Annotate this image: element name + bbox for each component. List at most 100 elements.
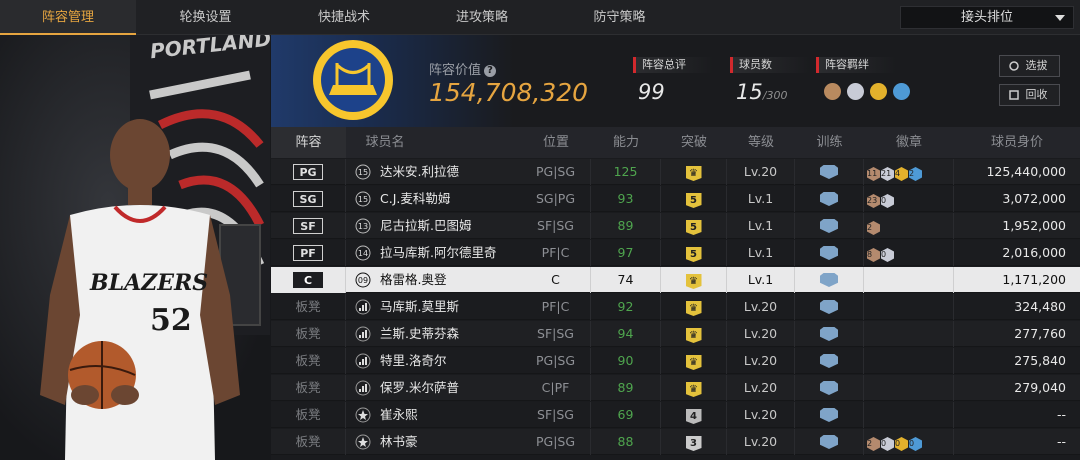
chemistry-icon-3[interactable]: [870, 83, 887, 100]
table-row[interactable]: PG 15 达米安.利拉德 PG|SG 125 ♛ Lv.20 11 21 4 2 1…: [271, 159, 1080, 185]
column-header-badges[interactable]: 徽章: [864, 127, 954, 158]
badge-icon[interactable]: 2: [909, 167, 922, 181]
table-row[interactable]: 板凳 林书豪 PG|SG 88 3 Lv.20 2000 --: [271, 429, 1080, 455]
training-cell[interactable]: [795, 213, 864, 239]
column-header-breakthrough[interactable]: 突破: [661, 127, 727, 158]
badges-cell[interactable]: 80: [864, 240, 954, 266]
badge-icon[interactable]: 8: [867, 248, 880, 262]
lineup-slot-cell[interactable]: 板凳: [271, 375, 346, 401]
training-cell[interactable]: [795, 159, 864, 185]
player-name[interactable]: 保罗.米尔萨普: [380, 375, 459, 401]
lineup-slot-cell[interactable]: 板凳: [271, 321, 346, 347]
lineup-slot-cell[interactable]: C: [271, 267, 346, 293]
tab-rotation-settings[interactable]: 轮换设置: [136, 0, 275, 35]
lineup-slot-cell[interactable]: SF: [271, 213, 346, 239]
table-row[interactable]: 板凳 马库斯.莫里斯 PF|C 92 ♛ Lv.20 324,480: [271, 294, 1080, 320]
badge-icon[interactable]: 21: [881, 167, 894, 181]
badges-cell[interactable]: 11 21 4 2: [864, 159, 954, 185]
player-name[interactable]: 马库斯.莫里斯: [380, 294, 459, 320]
breakthrough-cell[interactable]: 3: [661, 429, 727, 455]
badges-cell[interactable]: [864, 294, 954, 320]
breakthrough-cell[interactable]: 5: [661, 213, 727, 239]
training-cell[interactable]: [795, 348, 864, 374]
breakthrough-cell[interactable]: ♛: [661, 159, 727, 185]
lineup-slot-cell[interactable]: 板凳: [271, 348, 346, 374]
badge-icon[interactable]: 0: [881, 437, 894, 451]
lineup-slot-cell[interactable]: SG: [271, 186, 346, 212]
badge-icon[interactable]: 11: [867, 167, 880, 181]
column-header-value[interactable]: 球员身价: [954, 127, 1080, 158]
player-name[interactable]: 达米安.利拉德: [380, 159, 459, 185]
player-name[interactable]: 特里.洛奇尔: [380, 348, 446, 374]
help-icon[interactable]: ?: [484, 65, 497, 77]
table-row[interactable]: SF 13 尼古拉斯.巴图姆 SF|SG 89 5 Lv.1 2 1,952,0…: [271, 213, 1080, 239]
player-name[interactable]: 崔永熙: [380, 402, 418, 428]
training-cell[interactable]: [795, 294, 864, 320]
badges-cell[interactable]: [864, 402, 954, 428]
column-header-level[interactable]: 等级: [727, 127, 795, 158]
tab-offense-strategy[interactable]: 进攻策略: [413, 0, 551, 35]
column-header-position[interactable]: 位置: [521, 127, 591, 158]
sort-dropdown[interactable]: 接头排位: [900, 6, 1074, 29]
column-header-training[interactable]: 训练: [795, 127, 864, 158]
breakthrough-cell[interactable]: ♛: [661, 375, 727, 401]
badge-icon[interactable]: 2: [867, 221, 880, 235]
breakthrough-cell[interactable]: 5: [661, 240, 727, 266]
badge-icon[interactable]: 4: [895, 167, 908, 181]
training-cell[interactable]: [795, 240, 864, 266]
column-header-ability[interactable]: 能力: [591, 127, 661, 158]
badge-icon[interactable]: 23: [867, 194, 880, 208]
lineup-slot-cell[interactable]: 板凳: [271, 429, 346, 455]
badge-icon[interactable]: 0: [881, 194, 894, 208]
column-header-name[interactable]: 球员名: [355, 127, 415, 158]
tab-quick-tactics[interactable]: 快捷战术: [275, 0, 413, 35]
breakthrough-cell[interactable]: ♛: [661, 294, 727, 320]
scout-button[interactable]: 选拔: [999, 55, 1060, 77]
badges-cell[interactable]: 23 0: [864, 186, 954, 212]
player-name[interactable]: 尼古拉斯.巴图姆: [380, 213, 471, 239]
breakthrough-cell[interactable]: ♛: [661, 348, 727, 374]
badges-cell[interactable]: 2000: [864, 429, 954, 455]
badges-cell[interactable]: 2: [864, 213, 954, 239]
badges-cell[interactable]: [864, 348, 954, 374]
badge-icon[interactable]: 2: [867, 437, 880, 451]
training-cell[interactable]: [795, 321, 864, 347]
training-cell[interactable]: [795, 375, 864, 401]
badge-icon[interactable]: 0: [895, 437, 908, 451]
chemistry-icon-1[interactable]: [824, 83, 841, 100]
tab-defense-strategy[interactable]: 防守策略: [551, 0, 688, 35]
player-name[interactable]: 林书豪: [380, 429, 418, 455]
badges-cell[interactable]: [864, 375, 954, 401]
badge-icon[interactable]: 0: [881, 248, 894, 262]
column-header-lineup[interactable]: 阵容: [271, 127, 346, 158]
player-name[interactable]: 兰斯.史蒂芬森: [380, 321, 459, 347]
breakthrough-cell[interactable]: 5: [661, 186, 727, 212]
table-row[interactable]: SG 15 C.J.麦科勒姆 SG|PG 93 5 Lv.1 23 0 3,072…: [271, 186, 1080, 212]
badges-cell[interactable]: [864, 321, 954, 347]
training-cell[interactable]: [795, 267, 864, 293]
table-row[interactable]: 板凳 兰斯.史蒂芬森 SF|SG 94 ♛ Lv.20 277,760: [271, 321, 1080, 347]
table-row[interactable]: 板凳 特里.洛奇尔 PG|SG 90 ♛ Lv.20 275,840: [271, 348, 1080, 374]
badges-cell[interactable]: [864, 267, 954, 293]
lineup-slot-cell[interactable]: PG: [271, 159, 346, 185]
breakthrough-cell[interactable]: ♛: [661, 267, 727, 293]
chemistry-icon-2[interactable]: [847, 83, 864, 100]
lineup-slot-cell[interactable]: 板凳: [271, 294, 346, 320]
table-row[interactable]: PF 14 拉马库斯.阿尔德里奇 PF|C 97 5 Lv.1 80 2,016…: [271, 240, 1080, 266]
table-row[interactable]: 板凳 崔永熙 SF|SG 69 4 Lv.20 --: [271, 402, 1080, 428]
tab-lineup-management[interactable]: 阵容管理: [0, 0, 136, 35]
training-cell[interactable]: [795, 429, 864, 455]
player-name[interactable]: 格雷格.奥登: [380, 267, 446, 293]
training-cell[interactable]: [795, 402, 864, 428]
badge-icon[interactable]: 0: [909, 437, 922, 451]
player-name[interactable]: 拉马库斯.阿尔德里奇: [380, 240, 496, 266]
table-row[interactable]: 板凳 保罗.米尔萨普 C|PF 89 ♛ Lv.20 279,040: [271, 375, 1080, 401]
recycle-button[interactable]: 回收: [999, 84, 1060, 106]
breakthrough-cell[interactable]: 4: [661, 402, 727, 428]
player-name[interactable]: C.J.麦科勒姆: [380, 186, 450, 212]
lineup-slot-cell[interactable]: 板凳: [271, 402, 346, 428]
training-cell[interactable]: [795, 186, 864, 212]
breakthrough-cell[interactable]: ♛: [661, 321, 727, 347]
lineup-slot-cell[interactable]: PF: [271, 240, 346, 266]
table-row[interactable]: C 09 格雷格.奥登 C 74 ♛ Lv.1 1,171,200: [271, 267, 1080, 293]
